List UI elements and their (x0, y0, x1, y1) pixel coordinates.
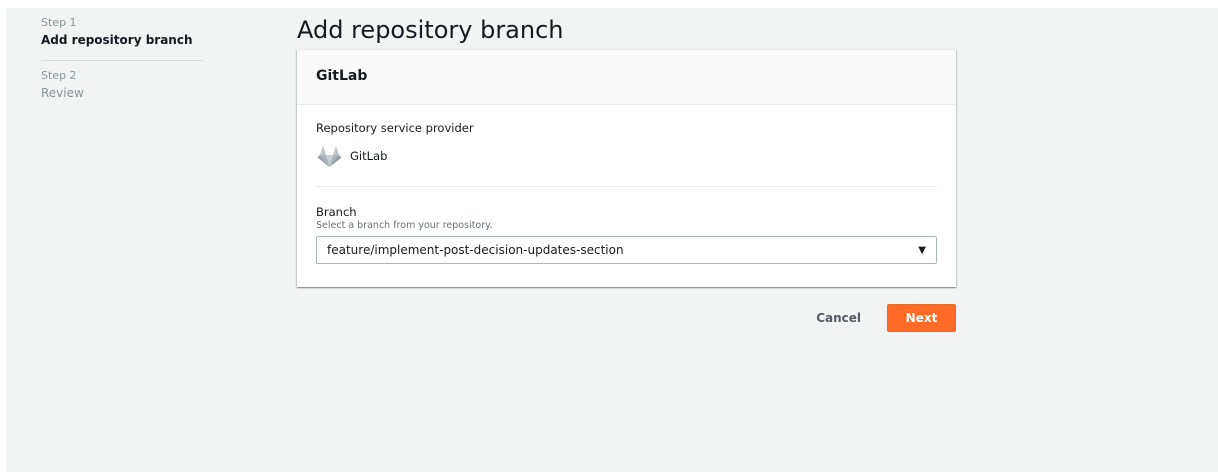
card-body: Repository service provider GitLab Branc… (297, 105, 956, 264)
wizard-step-1[interactable]: Step 1 Add repository branch (41, 16, 203, 61)
provider-name: GitLab (350, 148, 388, 163)
cancel-button[interactable]: Cancel (796, 305, 881, 331)
step-number: Step 1 (41, 16, 77, 29)
form-actions: Cancel Next (296, 304, 956, 332)
step-number: Step 2 (41, 69, 77, 82)
wizard-steps-nav: Step 1 Add repository branch Step 2 Revi… (41, 16, 203, 113)
provider-label: Repository service provider (316, 121, 474, 135)
step-title: Add repository branch (41, 33, 193, 47)
branch-label: Branch (316, 205, 357, 219)
branch-select-value: feature/implement-post-decision-updates-… (327, 243, 624, 257)
gitlab-icon (316, 142, 343, 169)
caret-down-icon: ▼ (918, 244, 926, 256)
page-title: Add repository branch (297, 16, 564, 44)
provider-value: GitLab (316, 142, 937, 169)
branch-select[interactable]: feature/implement-post-decision-updates-… (316, 236, 937, 264)
app-frame: Step 1 Add repository branch Step 2 Revi… (6, 8, 1218, 472)
next-button[interactable]: Next (887, 304, 956, 332)
step-title: Review (41, 86, 84, 100)
divider (316, 186, 937, 187)
wizard-step-2: Step 2 Review (41, 61, 203, 113)
card-title: GitLab (316, 68, 368, 84)
branch-description: Select a branch from your repository. (316, 220, 493, 231)
card-header: GitLab (297, 50, 956, 105)
repository-card: GitLab Repository service provider GitLa… (297, 49, 956, 287)
